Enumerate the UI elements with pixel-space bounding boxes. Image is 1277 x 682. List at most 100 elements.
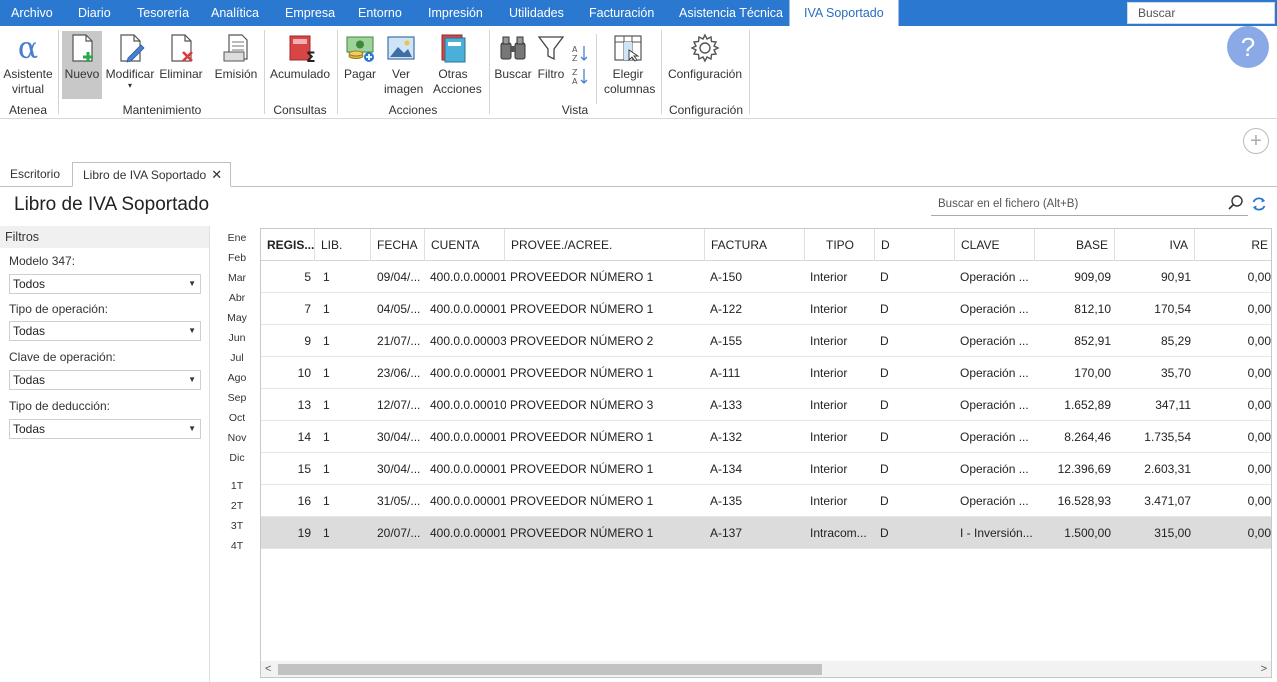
gear-icon xyxy=(690,33,720,63)
filtro-button[interactable]: Filtro xyxy=(534,32,568,82)
tab-libro-iva-soportado[interactable]: Libro de IVA Soportado ✕ xyxy=(72,162,232,187)
col-header-clave[interactable]: CLAVE xyxy=(955,229,1035,261)
quarter-1t[interactable]: 1T xyxy=(226,480,248,492)
menu-analitica[interactable]: Analítica xyxy=(211,0,259,26)
cell-fecha: 30/04/... xyxy=(377,430,421,444)
scroll-right-icon[interactable]: > xyxy=(1261,661,1267,677)
quarter-3t[interactable]: 3T xyxy=(226,520,248,532)
cell-factura: A-122 xyxy=(710,302,743,316)
horizontal-scrollbar[interactable]: < > xyxy=(261,661,1271,677)
menu-tesoreria[interactable]: Tesorería xyxy=(137,0,189,26)
col-header-d[interactable]: D xyxy=(875,229,955,261)
col-header-libro[interactable]: LIB. xyxy=(315,229,371,261)
col-header-proveedor[interactable]: PROVEE./ACREE. xyxy=(505,229,705,261)
scroll-left-icon[interactable]: < xyxy=(265,661,271,677)
cell-fecha: 21/07/... xyxy=(377,334,421,348)
col-header-iva[interactable]: IVA xyxy=(1115,229,1195,261)
cell-d: D xyxy=(880,270,889,284)
add-tab-icon[interactable]: + xyxy=(1243,128,1269,154)
otras-acciones-button[interactable]: Otras Acciones xyxy=(424,32,482,97)
modelo-347-select[interactable]: Todos ▼ xyxy=(9,274,201,294)
table-row[interactable]: 5 1 09/04/... 400.0.0.00001 PROVEEDOR NÚMERO… xyxy=(261,261,1271,293)
file-search-input[interactable]: Buscar en el fichero (Alt+B) xyxy=(931,192,1248,216)
print-list-icon xyxy=(223,34,248,62)
table-row[interactable]: 9 1 21/07/... 400.0.0.00003 PROVEEDOR NÚMERO… xyxy=(261,325,1271,357)
cell-factura: A-150 xyxy=(710,270,743,284)
table-row[interactable]: 7 1 04/05/... 400.0.0.00001 PROVEEDOR NÚMERO… xyxy=(261,293,1271,325)
columns-icon xyxy=(614,35,642,62)
configuracion-button[interactable]: Configuración xyxy=(666,32,744,82)
menu-archivo[interactable]: Archivo xyxy=(11,0,53,26)
group-label-configuracion: Configuración xyxy=(668,103,744,117)
cell-proveedor: PROVEEDOR NÚMERO 1 xyxy=(510,462,654,476)
group-label-atenea: Atenea xyxy=(8,103,48,117)
elegir-columnas-button[interactable]: Elegir columnas xyxy=(600,32,656,97)
table-row[interactable]: 13 1 12/07/... 400.0.0.00010 PROVEEDOR NÚMER… xyxy=(261,389,1271,421)
group-label-consultas: Consultas xyxy=(273,103,327,117)
tab-escritorio[interactable]: Escritorio xyxy=(0,162,70,187)
global-search-input[interactable]: Buscar xyxy=(1127,2,1275,24)
buscar-button[interactable]: Buscar xyxy=(494,32,532,82)
month-may[interactable]: May xyxy=(226,312,248,324)
refresh-icon[interactable] xyxy=(1251,196,1267,212)
menu-diario[interactable]: Diario xyxy=(78,0,111,26)
col-header-cuenta[interactable]: CUENTA xyxy=(425,229,505,261)
table-row[interactable]: 15 1 30/04/... 400.0.0.00001 PROVEEDOR NÚMER… xyxy=(261,453,1271,485)
menu-impresion[interactable]: Impresión xyxy=(428,0,483,26)
clave-operacion-select[interactable]: Todas ▼ xyxy=(9,370,201,390)
col-header-fecha[interactable]: FECHA xyxy=(371,229,425,261)
tipo-operacion-select[interactable]: Todas ▼ xyxy=(9,321,201,341)
acumulado-button[interactable]: Σ Acumulado xyxy=(268,32,332,82)
month-dic[interactable]: Dic xyxy=(226,452,248,464)
col-header-base[interactable]: BASE xyxy=(1035,229,1115,261)
month-nov[interactable]: Nov xyxy=(226,432,248,444)
quarter-2t[interactable]: 2T xyxy=(226,500,248,512)
menu-entorno[interactable]: Entorno xyxy=(358,0,402,26)
table-row[interactable]: 10 1 23/06/... 400.0.0.00001 PROVEEDOR NÚMER… xyxy=(261,357,1271,389)
emision-button[interactable]: Emisión xyxy=(212,32,260,82)
tipo-deduccion-select[interactable]: Todas ▼ xyxy=(9,419,201,439)
menu-asistencia[interactable]: Asistencia Técnica xyxy=(679,0,783,26)
scrollbar-thumb[interactable] xyxy=(278,664,822,675)
month-ene[interactable]: Ene xyxy=(226,232,248,244)
col-header-factura[interactable]: FACTURA xyxy=(705,229,805,261)
cell-cuenta: 400.0.0.00001 xyxy=(430,462,506,476)
search-icon[interactable] xyxy=(1227,194,1245,212)
menu-empresa[interactable]: Empresa xyxy=(285,0,335,26)
close-icon[interactable]: ✕ xyxy=(211,163,222,187)
month-jul[interactable]: Jul xyxy=(226,352,248,364)
cell-re: 0,00 xyxy=(1247,334,1271,348)
month-ago[interactable]: Ago xyxy=(226,372,248,384)
modificar-button[interactable]: Modificar ▾ xyxy=(104,32,156,90)
col-header-tipo[interactable]: TIPO xyxy=(805,229,875,261)
nuevo-button[interactable]: Nuevo xyxy=(62,31,102,99)
menu-facturacion[interactable]: Facturación xyxy=(589,0,654,26)
table-row[interactable]: 16 1 31/05/... 400.0.0.00001 PROVEEDOR NÚMER… xyxy=(261,485,1271,517)
cell-iva: 85,29 xyxy=(1160,334,1191,348)
help-icon[interactable]: ? xyxy=(1227,26,1269,68)
sort-az-button[interactable]: A Z Z A xyxy=(571,43,589,87)
table-row[interactable]: 19 1 20/07/... 400.0.0.00001 PROVEEDOR NÚMER… xyxy=(261,517,1271,549)
ribbon: α Asistente virtual Nuevo Modificar ▾ El… xyxy=(0,26,1277,119)
month-sep[interactable]: Sep xyxy=(226,392,248,404)
cell-proveedor: PROVEEDOR NÚMERO 2 xyxy=(510,334,654,348)
month-mar[interactable]: Mar xyxy=(226,272,248,284)
month-jun[interactable]: Jun xyxy=(226,332,248,344)
quarter-4t[interactable]: 4T xyxy=(226,540,248,552)
cell-libro: 1 xyxy=(323,334,330,348)
menu-iva-soportado[interactable]: IVA Soportado xyxy=(789,0,899,26)
asistente-virtual-button[interactable]: α Asistente virtual xyxy=(2,32,54,97)
eliminar-button[interactable]: Eliminar xyxy=(158,32,204,82)
col-header-re[interactable]: RE xyxy=(1195,229,1271,261)
cell-fecha: 30/04/... xyxy=(377,462,421,476)
col-header-registro[interactable]: REGIS... xyxy=(261,229,315,261)
month-feb[interactable]: Feb xyxy=(226,252,248,264)
month-abr[interactable]: Abr xyxy=(226,292,248,304)
ribbon-separator xyxy=(58,30,59,114)
month-oct[interactable]: Oct xyxy=(226,412,248,424)
pagar-button[interactable]: Pagar xyxy=(340,32,380,82)
ver-imagen-button[interactable]: Ver imagen xyxy=(380,32,423,97)
cell-d: D xyxy=(880,462,889,476)
table-row[interactable]: 14 1 30/04/... 400.0.0.00001 PROVEEDOR NÚMER… xyxy=(261,421,1271,453)
menu-utilidades[interactable]: Utilidades xyxy=(509,0,564,26)
